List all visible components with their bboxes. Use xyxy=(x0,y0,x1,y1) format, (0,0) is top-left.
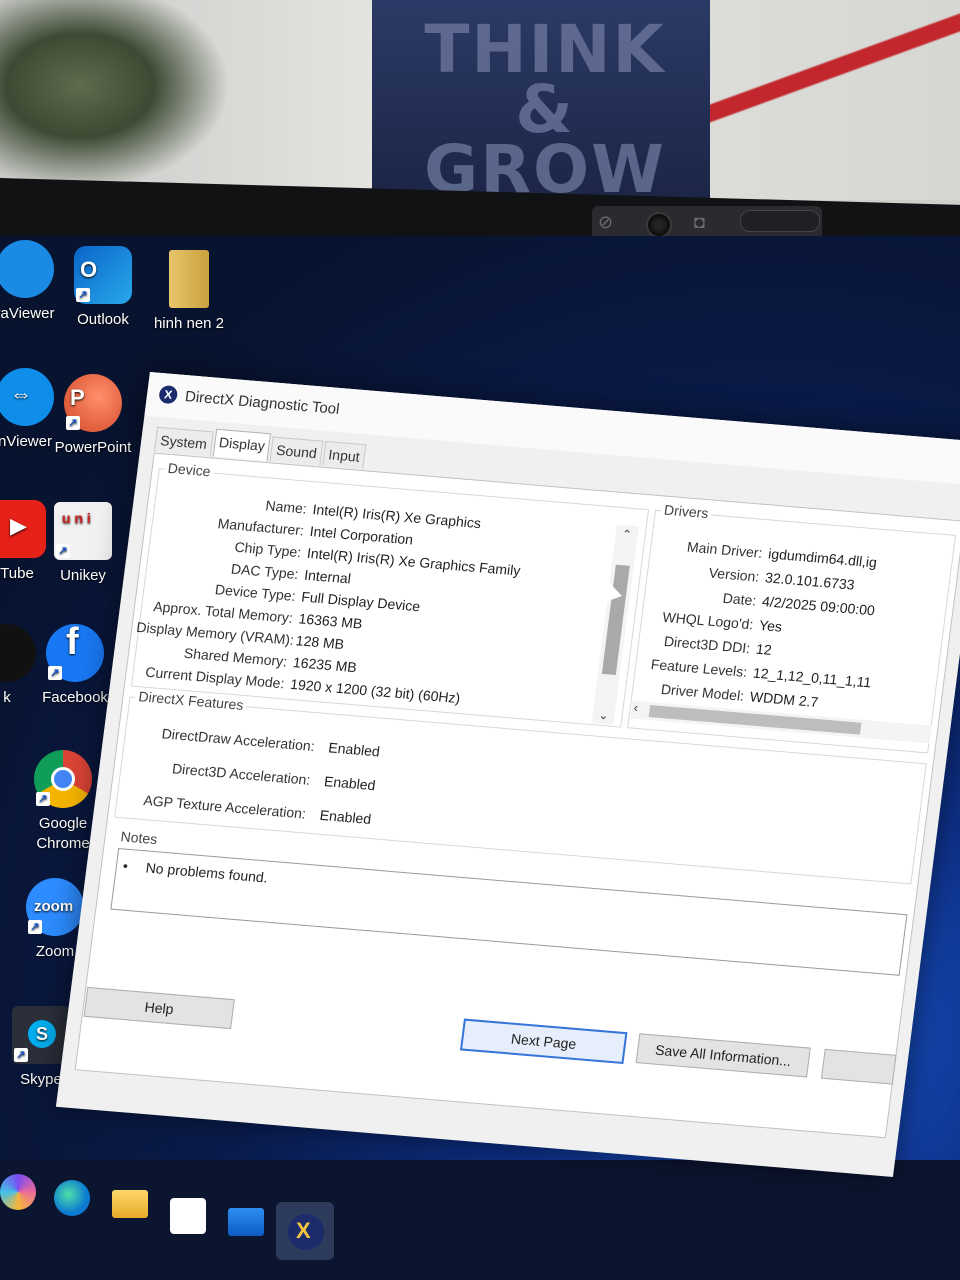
file-explorer-icon[interactable] xyxy=(112,1190,148,1218)
desktop-icon-unikey[interactable]: u n i ↗ Unikey xyxy=(28,502,138,586)
taskbar xyxy=(0,1160,960,1280)
facebook-icon: f ↗ xyxy=(46,623,104,682)
unikey-icon: u n i ↗ xyxy=(54,502,112,560)
outlook-icon: O ↗ xyxy=(74,246,132,304)
icon-label: hinh nen 2 xyxy=(153,315,225,332)
skype-icon: S ↗ xyxy=(12,1006,70,1064)
ultraviewer-icon xyxy=(0,240,54,298)
store-icon[interactable] xyxy=(170,1198,206,1234)
folder-icon xyxy=(169,250,209,308)
notes-item: • No problems found. xyxy=(122,857,269,886)
exit-button[interactable] xyxy=(820,1048,897,1085)
scroll-left-icon[interactable]: ‹ xyxy=(633,700,639,715)
scroll-down-icon[interactable]: ⌄ xyxy=(596,708,612,723)
privacy-toggle xyxy=(740,210,820,232)
webcam-lens xyxy=(646,212,672,238)
desktop-icon-hinh-nen-2[interactable]: hinh nen 2 xyxy=(134,250,244,334)
tab-sound[interactable]: Sound xyxy=(269,436,324,466)
scroll-up-icon[interactable]: ⌃ xyxy=(619,527,635,542)
background-red-stripe xyxy=(710,0,960,130)
camera-off-icon: ⊘ xyxy=(598,212,614,232)
directx-diagnostic-window: X DirectX Diagnostic Tool System Display… xyxy=(55,372,960,1177)
tab-system[interactable]: System xyxy=(153,426,214,457)
tab-input[interactable]: Input xyxy=(322,440,367,470)
icon-label: Google Chrome xyxy=(36,815,90,852)
window-title: DirectX Diagnostic Tool xyxy=(184,388,341,418)
icon-label: Unikey xyxy=(60,567,106,584)
camera-icon: ◘ xyxy=(694,212,705,232)
background-plant xyxy=(0,0,230,190)
notes-label: Notes xyxy=(116,827,162,848)
powerpoint-icon: P ↗ xyxy=(64,374,122,432)
edge-icon[interactable] xyxy=(54,1180,90,1216)
desktop-icon-powerpoint[interactable]: P ↗ PowerPoint xyxy=(38,374,148,458)
tab-display[interactable]: Display xyxy=(212,428,272,462)
mail-icon[interactable] xyxy=(228,1208,264,1236)
chrome-icon: ↗ xyxy=(34,750,92,808)
zoom-icon: zoom ↗ xyxy=(26,878,84,936)
directx-taskbar-icon[interactable]: X xyxy=(288,1214,324,1250)
directx-icon: X xyxy=(158,384,179,405)
copilot-icon[interactable] xyxy=(0,1174,36,1210)
icon-label: PowerPoint xyxy=(54,439,132,456)
zoom-logo-text: zoom xyxy=(34,898,74,915)
